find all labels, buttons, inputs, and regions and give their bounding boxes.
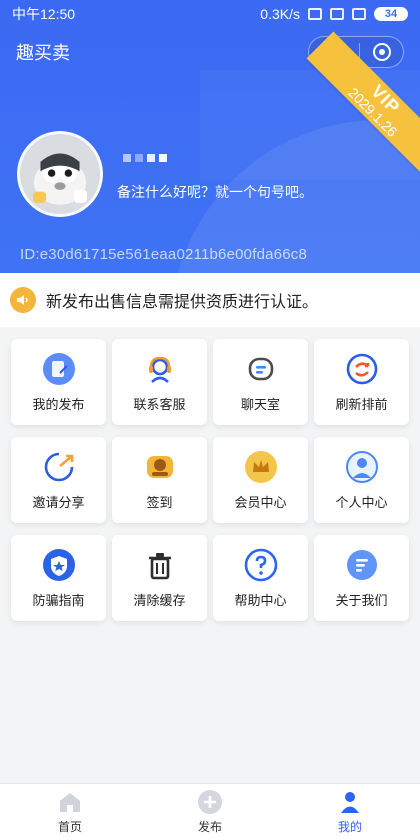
tab-mine[interactable]: 我的 xyxy=(280,789,420,835)
chat-room-card[interactable]: 聊天室 xyxy=(213,339,308,425)
my-posts-card[interactable]: 我的发布 xyxy=(11,339,106,425)
member-center-card[interactable]: 会员中心 xyxy=(213,437,308,523)
shield-icon xyxy=(42,548,75,581)
trash-icon xyxy=(148,552,171,579)
edit-icon xyxy=(42,352,75,385)
grid-item-label: 联系客服 xyxy=(133,396,186,412)
function-grid: 我的发布 联系客服 聊天室 刷新排前 邀请分享 签到 会员中心 个人中心 防骗指… xyxy=(11,339,409,633)
grid-item-label: 清除缓存 xyxy=(133,592,186,608)
grid-item-label: 关于我们 xyxy=(335,592,388,608)
bottom-tab-bar: 首页 发布 我的 xyxy=(0,783,420,840)
about-icon xyxy=(346,549,377,580)
battery-indicator: 34 xyxy=(374,7,408,21)
grid-item-label: 我的发布 xyxy=(32,396,85,412)
grid-item-label: 帮助中心 xyxy=(234,592,287,608)
checkin-card[interactable]: 签到 xyxy=(112,437,207,523)
grid-item-label: 防骗指南 xyxy=(32,592,85,608)
tab-label: 发布 xyxy=(197,820,222,834)
tab-label: 我的 xyxy=(337,820,362,834)
checkin-icon xyxy=(146,455,173,478)
profile-icon xyxy=(341,792,359,813)
user-id: ID:e30d61715e561eaa0211b6e00fda66c8 xyxy=(20,246,307,263)
personal-center-card[interactable]: 个人中心 xyxy=(314,437,409,523)
avatar-image xyxy=(20,134,100,214)
grid-row-2: 邀请分享 签到 会员中心 个人中心 xyxy=(11,437,409,523)
status-time: 中午12:50 xyxy=(12,6,76,22)
status-right: 0.3K/s 34 xyxy=(260,6,408,22)
refresh-rank-card[interactable]: 刷新排前 xyxy=(314,339,409,425)
customer-service-icon xyxy=(148,356,171,383)
refresh-icon xyxy=(346,353,377,384)
crown-icon xyxy=(244,450,277,483)
chat-icon xyxy=(248,357,273,380)
clear-cache-card[interactable]: 清除缓存 xyxy=(112,535,207,621)
add-icon xyxy=(198,790,222,814)
close-miniapp-icon[interactable] xyxy=(373,43,391,61)
alarm-icon xyxy=(308,8,322,20)
grid-item-label: 聊天室 xyxy=(240,396,280,412)
customer-service-card[interactable]: 联系客服 xyxy=(112,339,207,425)
avatar[interactable] xyxy=(17,131,103,217)
user-bio: 备注什么好呢？就一个句号吧。 xyxy=(117,184,313,200)
profile-header: 中午12:50 0.3K/s 34 趣买卖 VIP 2029.1.26 备注什么… xyxy=(0,0,420,273)
user-icon xyxy=(345,450,378,483)
tab-home[interactable]: 首页 xyxy=(0,789,140,835)
app-title: 趣买卖 xyxy=(16,43,70,63)
tab-publish[interactable]: 发布 xyxy=(140,789,280,835)
wifi-icon xyxy=(352,8,366,20)
grid-row-1: 我的发布 联系客服 聊天室 刷新排前 xyxy=(11,339,409,425)
notice-bar: 新发布出售信息需提供资质进行认证。 xyxy=(0,273,420,327)
network-speed: 0.3K/s xyxy=(260,6,300,22)
notice-text: 新发布出售信息需提供资质进行认证。 xyxy=(46,294,319,311)
home-icon xyxy=(60,793,80,812)
status-bar: 中午12:50 0.3K/s 34 xyxy=(0,0,420,28)
invite-share-card[interactable]: 邀请分享 xyxy=(11,437,106,523)
help-icon xyxy=(244,548,277,581)
grid-item-label: 签到 xyxy=(146,494,173,510)
about-us-card[interactable]: 关于我们 xyxy=(314,535,409,621)
grid-item-label: 会员中心 xyxy=(234,494,287,510)
username-masked xyxy=(123,154,167,162)
grid-item-label: 邀请分享 xyxy=(32,494,85,510)
tab-label: 首页 xyxy=(57,820,82,834)
share-icon xyxy=(44,452,73,481)
signal-icon xyxy=(330,8,344,20)
grid-item-label: 刷新排前 xyxy=(335,396,388,412)
anti-fraud-card[interactable]: 防骗指南 xyxy=(11,535,106,621)
grid-row-3: 防骗指南 清除缓存 帮助中心 关于我们 xyxy=(11,535,409,621)
speaker-icon xyxy=(10,287,36,313)
help-center-card[interactable]: 帮助中心 xyxy=(213,535,308,621)
grid-item-label: 个人中心 xyxy=(335,494,388,510)
